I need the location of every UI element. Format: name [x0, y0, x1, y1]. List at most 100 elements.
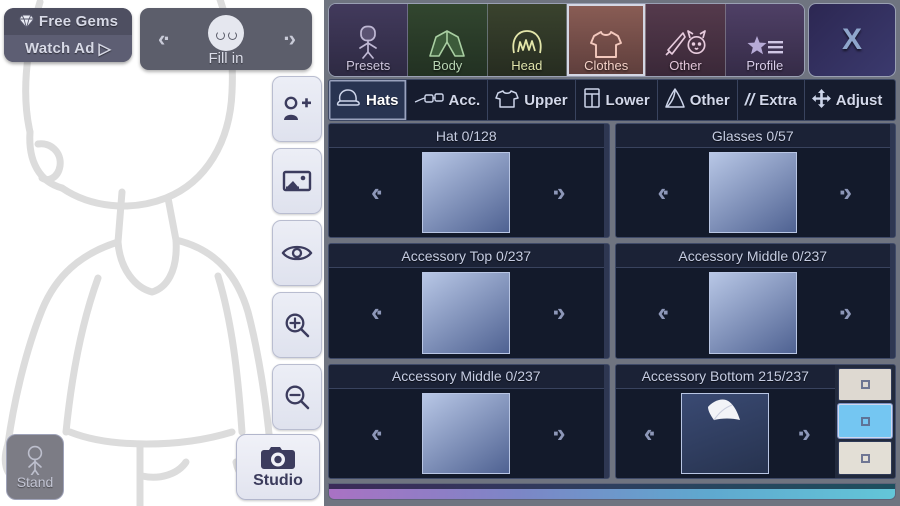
- slot-glasses-title: Glasses 0/57: [615, 124, 890, 148]
- tab-clothes[interactable]: Clothes: [566, 4, 647, 76]
- slot-accessory-bottom-preview[interactable]: [681, 392, 770, 474]
- face-eye-right-icon: [227, 30, 237, 40]
- color-swatch-1[interactable]: [838, 367, 892, 402]
- cap-icon: [336, 89, 361, 111]
- slot-accessory-middle-2-prev-button[interactable]: ‹·: [329, 418, 422, 449]
- zoom-in-icon: [285, 313, 310, 338]
- slot-accessory-middle-1-title: Accessory Middle 0/237: [615, 244, 890, 269]
- move-arrows-icon: [811, 88, 831, 112]
- watch-ad-label: Watch Ad: [24, 40, 95, 57]
- fill-in-selector[interactable]: ‹· ·› Fill in: [140, 8, 312, 70]
- tab-body[interactable]: Body: [408, 4, 488, 76]
- stand-label: Stand: [16, 473, 54, 490]
- slot-accessory-middle-1-next-button[interactable]: ·›: [797, 297, 890, 328]
- slot-accessory-top-preview[interactable]: [422, 272, 511, 354]
- subtab-lower[interactable]: Lower: [576, 80, 658, 120]
- fill-in-next-button[interactable]: ·›: [283, 26, 296, 52]
- face-icon: [208, 15, 244, 51]
- subtab-lower-label: Lower: [605, 91, 650, 109]
- subtab-extra-label: Extra: [759, 91, 797, 109]
- slot-hat-title: Hat 0/128: [329, 124, 604, 148]
- slot-accessory-top-prev-button[interactable]: ‹·: [329, 297, 422, 328]
- watch-ad-row[interactable]: Watch Ad ▷: [4, 35, 132, 62]
- tab-other-label: Other: [669, 58, 702, 73]
- free-gems-row[interactable]: Free Gems: [4, 8, 132, 35]
- tab-clothes-label: Clothes: [584, 58, 629, 73]
- sub-tab-bar: Hats Acc. Upper Lower Other // Extra Adj…: [328, 79, 896, 121]
- slot-accessory-top-next-button[interactable]: ·›: [510, 297, 603, 328]
- fill-in-prev-button[interactable]: ‹·: [158, 26, 171, 52]
- zoom-in-button[interactable]: [272, 292, 322, 358]
- bottom-gradient-bar: [328, 483, 896, 500]
- studio-button[interactable]: Studio: [236, 434, 320, 500]
- slot-accessory-middle-1-swatch-column: [890, 244, 895, 358]
- slot-accessory-top: Accessory Top 0/237 ‹· ·›: [328, 243, 610, 359]
- tab-body-label: Body: [432, 58, 463, 73]
- tab-profile-label: Profile: [746, 58, 784, 73]
- tshirt-icon: [495, 89, 519, 112]
- slot-glasses-preview[interactable]: [708, 152, 797, 234]
- background-image-button[interactable]: [272, 148, 322, 214]
- swatch-center-icon: [860, 416, 870, 426]
- subtab-hats-label: Hats: [366, 91, 399, 109]
- slot-accessory-middle-2-title: Accessory Middle 0/237: [329, 364, 604, 389]
- swatch-center-icon: [860, 453, 870, 463]
- slot-hat-prev-button[interactable]: ‹·: [329, 177, 422, 208]
- tab-head-label: Head: [511, 58, 543, 73]
- star-list-icon: [745, 19, 785, 59]
- tool-rail: [272, 76, 322, 436]
- subtab-other[interactable]: Other: [658, 80, 738, 120]
- tab-head[interactable]: Head: [487, 4, 567, 76]
- subtab-adjust-label: Adjust: [835, 91, 883, 109]
- subtab-adjust[interactable]: Adjust: [805, 80, 890, 120]
- glasses-icon: [414, 90, 444, 110]
- eye-visibility-icon: [281, 245, 313, 261]
- cape-icon: [664, 88, 685, 112]
- character-stage[interactable]: Free Gems Watch Ad ▷ ‹· ·› Fill in Stand…: [0, 0, 324, 506]
- subtab-acc[interactable]: Acc.: [407, 80, 489, 120]
- add-character-button[interactable]: [272, 76, 322, 142]
- character-outline: [1, 0, 276, 506]
- item-slot-grid: Hat 0/128 ‹· ·› Glasses 0/57 ‹· ·› Acces…: [328, 123, 896, 479]
- slot-glasses-prev-button[interactable]: ‹·: [616, 177, 709, 208]
- free-gems-button[interactable]: Free Gems Watch Ad ▷: [4, 8, 132, 62]
- slot-glasses-next-button[interactable]: ·›: [797, 177, 890, 208]
- zoom-out-icon: [285, 385, 310, 410]
- tab-other[interactable]: Other: [646, 4, 726, 76]
- subtab-upper[interactable]: Upper: [488, 80, 576, 120]
- subtab-extra[interactable]: // Extra: [738, 80, 805, 120]
- stand-button[interactable]: Stand: [6, 434, 64, 500]
- tab-profile[interactable]: Profile: [725, 4, 804, 76]
- slot-accessory-bottom-next-button[interactable]: ·›: [769, 418, 835, 449]
- slot-accessory-middle-2-preview[interactable]: [422, 392, 511, 474]
- tab-presets[interactable]: Presets: [329, 4, 409, 76]
- slot-accessory-middle-2: Accessory Middle 0/237 ‹· ·›: [328, 363, 610, 479]
- slot-accessory-middle-1-prev-button[interactable]: ‹·: [616, 297, 709, 328]
- slot-accessory-bottom-prev-button[interactable]: ‹·: [616, 418, 682, 449]
- face-eye-left-icon: [215, 30, 225, 40]
- play-triangle-icon: ▷: [98, 40, 112, 58]
- slot-hat-next-button[interactable]: ·›: [510, 177, 603, 208]
- slot-hat-preview[interactable]: [422, 152, 511, 234]
- feather-item-icon: [708, 399, 741, 420]
- swatch-center-icon: [860, 380, 870, 390]
- slot-accessory-top-title: Accessory Top 0/237: [329, 244, 604, 269]
- close-button[interactable]: X: [808, 3, 896, 77]
- pants-icon: [583, 88, 601, 112]
- hair-icon: [510, 19, 544, 59]
- slot-accessory-middle-2-next-button[interactable]: ·›: [510, 418, 603, 449]
- fill-in-label: Fill in: [208, 50, 244, 67]
- slot-hat-swatch-column: [603, 124, 609, 238]
- subtab-other-label: Other: [689, 91, 730, 109]
- zoom-out-button[interactable]: [272, 364, 322, 430]
- subtab-hats[interactable]: Hats: [329, 80, 407, 120]
- slot-accessory-middle-1-preview[interactable]: [708, 272, 797, 354]
- free-gems-label: Free Gems: [38, 13, 119, 30]
- visibility-toggle-button[interactable]: [272, 220, 322, 286]
- character-icon: [353, 19, 383, 59]
- main-tab-strip: Presets Body Head Clothes Other Profile …: [328, 3, 896, 77]
- color-swatch-2[interactable]: [838, 404, 892, 439]
- tab-presets-label: Presets: [346, 58, 391, 73]
- slot-glasses-swatch-column: [890, 124, 895, 238]
- color-swatch-3[interactable]: [838, 441, 892, 475]
